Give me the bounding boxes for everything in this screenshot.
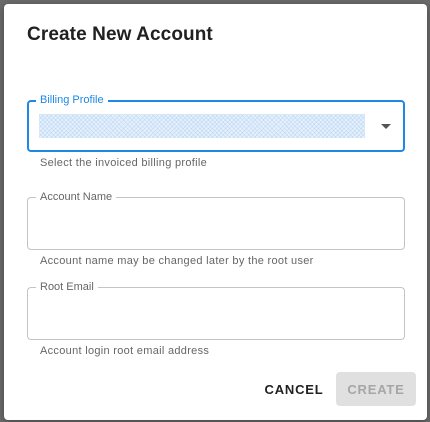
account-name-input[interactable]: [38, 208, 394, 238]
billing-profile-value: [39, 114, 365, 138]
root-email-field: Root Email: [27, 280, 405, 340]
account-name-field: Account Name: [27, 190, 405, 250]
billing-profile-label: Billing Profile: [36, 93, 108, 107]
billing-profile-helper: Select the invoiced billing profile: [40, 157, 208, 169]
root-email-input[interactable]: [38, 298, 394, 328]
root-email-label: Root Email: [36, 280, 98, 294]
account-name-helper: Account name may be changed later by the…: [40, 255, 314, 267]
cancel-button[interactable]: CANCEL: [256, 372, 332, 406]
root-email-helper: Account login root email address: [40, 345, 210, 357]
dialog-title: Create New Account: [27, 24, 213, 45]
create-account-dialog: Create New Account Billing Profile Selec…: [4, 4, 427, 420]
caret-down-icon[interactable]: [381, 124, 391, 129]
create-button[interactable]: CREATE: [336, 372, 416, 406]
account-name-label: Account Name: [36, 190, 117, 204]
billing-profile-select[interactable]: Billing Profile: [27, 93, 405, 152]
